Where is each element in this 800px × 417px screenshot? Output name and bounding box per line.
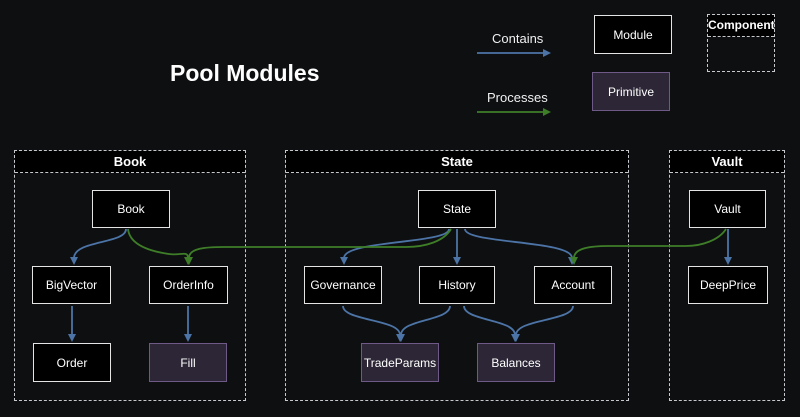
node-orderinfo-label: OrderInfo bbox=[163, 278, 214, 292]
node-history: History bbox=[419, 266, 495, 304]
edge-state-orderinfo bbox=[189, 229, 451, 258]
edge-vault-account bbox=[574, 229, 726, 258]
node-book: Book bbox=[92, 190, 170, 228]
node-tradeparams-label: TradeParams bbox=[364, 356, 436, 370]
diagram-canvas: Pool Modules Contains Processes Module P… bbox=[0, 0, 800, 417]
node-bigvector: BigVector bbox=[32, 266, 111, 304]
node-state-label: State bbox=[443, 202, 471, 216]
node-order-label: Order bbox=[57, 356, 88, 370]
legend-component-label: Component bbox=[708, 15, 774, 37]
node-order: Order bbox=[33, 343, 111, 382]
edge-book-bigvector bbox=[74, 229, 126, 258]
node-governance-label: Governance bbox=[310, 278, 375, 292]
node-book-label: Book bbox=[117, 202, 144, 216]
legend-module-label: Module bbox=[613, 28, 652, 42]
legend-component-box: Component bbox=[707, 14, 775, 72]
node-deepprice: DeepPrice bbox=[688, 266, 768, 304]
legend-primitive-label: Primitive bbox=[608, 85, 654, 99]
edge-account-balances bbox=[516, 306, 573, 335]
legend-primitive-box: Primitive bbox=[592, 72, 670, 111]
node-state: State bbox=[418, 190, 496, 228]
node-fill-label: Fill bbox=[180, 356, 195, 370]
node-fill: Fill bbox=[149, 343, 227, 382]
node-tradeparams: TradeParams bbox=[361, 343, 439, 382]
node-bigvector-label: BigVector bbox=[46, 278, 97, 292]
node-orderinfo: OrderInfo bbox=[149, 266, 228, 304]
node-vault-label: Vault bbox=[714, 202, 740, 216]
node-governance: Governance bbox=[304, 266, 382, 304]
node-account: Account bbox=[534, 266, 612, 304]
node-account-label: Account bbox=[551, 278, 594, 292]
edge-history-balances bbox=[464, 306, 515, 335]
edge-state-account bbox=[465, 229, 572, 258]
edge-history-tradeparams bbox=[401, 306, 450, 335]
node-balances: Balances bbox=[477, 343, 555, 382]
node-history-label: History bbox=[438, 278, 475, 292]
node-vault: Vault bbox=[689, 190, 766, 228]
node-balances-label: Balances bbox=[491, 356, 540, 370]
edge-book-orderinfo bbox=[128, 229, 188, 258]
legend-module-box: Module bbox=[594, 15, 672, 54]
node-deepprice-label: DeepPrice bbox=[700, 278, 756, 292]
edge-governance-tradeparams bbox=[343, 306, 400, 335]
